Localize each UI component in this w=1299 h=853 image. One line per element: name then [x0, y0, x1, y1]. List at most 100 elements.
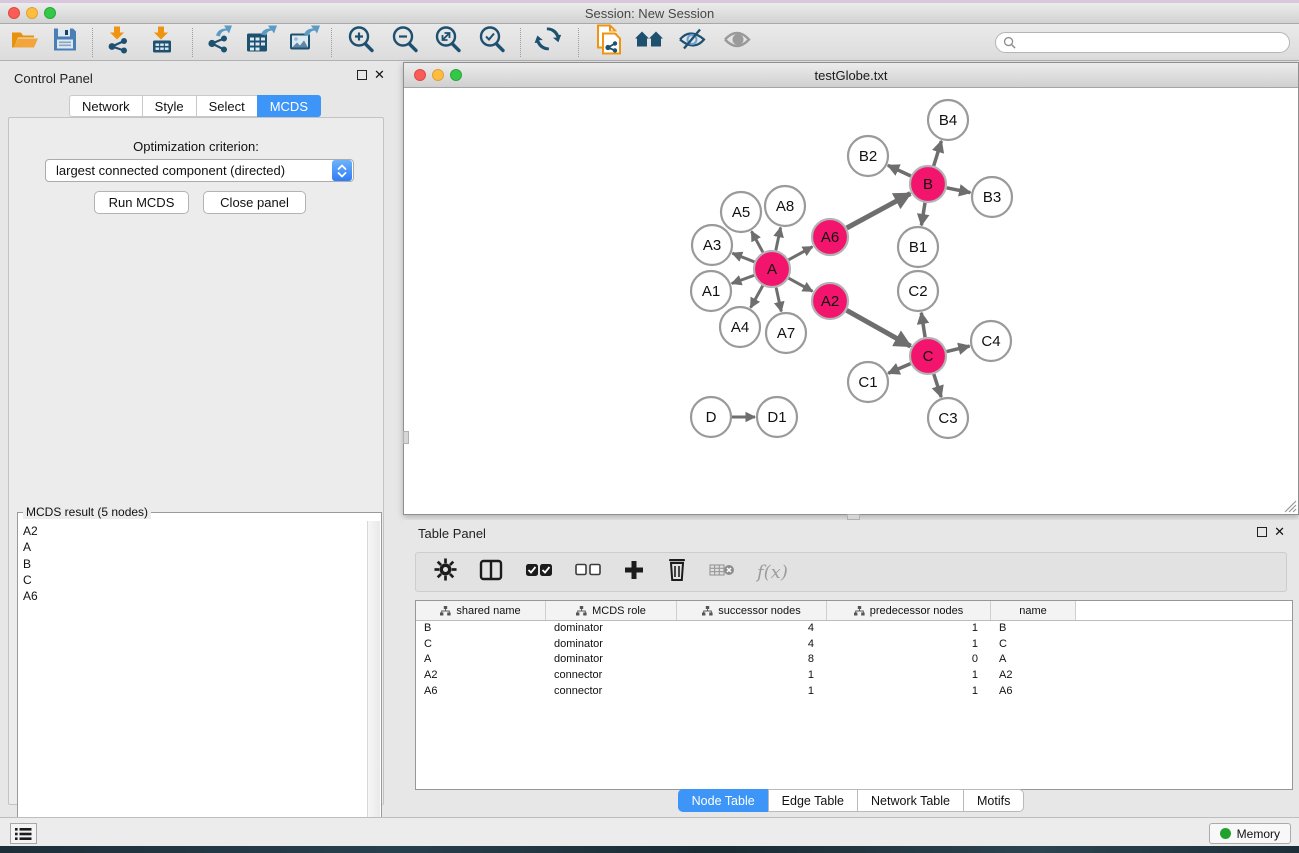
graph-node-D[interactable]: D — [691, 397, 731, 437]
memory-button[interactable]: Memory — [1209, 823, 1291, 844]
graph-edge-C-C2[interactable] — [921, 313, 925, 338]
graph-edge-B-B4[interactable] — [934, 141, 942, 166]
graph-edge-A2-C[interactable] — [847, 310, 911, 346]
splitter-handle-left[interactable] — [403, 431, 409, 444]
show-graphics-details-icon[interactable] — [723, 29, 751, 56]
result-item[interactable]: A — [23, 539, 363, 555]
mcds-result-list[interactable]: A2ABCA6 — [19, 521, 367, 853]
delete-table-icon[interactable] — [709, 562, 735, 583]
task-history-button[interactable] — [10, 823, 37, 844]
graph-node-A4[interactable]: A4 — [720, 307, 760, 347]
graph-node-D1[interactable]: D1 — [757, 397, 797, 437]
graph-edge-A-A5[interactable] — [752, 231, 763, 252]
home-view-icon[interactable] — [634, 28, 664, 57]
table-row[interactable]: A2connector11A2 — [416, 668, 1292, 684]
network-graph[interactable]: A5A8 A3 A6 A A1A4A7A2 B2 B4 B B3 B1C2 C C4 C1 C3 D D1 — [404, 88, 1298, 514]
result-item[interactable]: C — [23, 572, 363, 588]
tab-motifs[interactable]: Motifs — [963, 789, 1024, 812]
zoom-fit-icon[interactable] — [433, 25, 463, 60]
import-network-icon[interactable] — [104, 26, 132, 59]
network-from-document-icon[interactable] — [594, 24, 624, 61]
window-resize-grip[interactable] — [1283, 499, 1297, 513]
table-row[interactable]: Adominator80A — [416, 652, 1292, 668]
result-list-scrollbar[interactable] — [367, 521, 380, 853]
graph-edge-A-A4[interactable] — [751, 286, 763, 308]
open-session-icon[interactable] — [10, 28, 40, 57]
unselect-all-attributes-icon[interactable] — [575, 563, 601, 581]
search-input[interactable] — [1020, 36, 1289, 50]
network-window-titlebar[interactable]: testGlobe.txt — [404, 63, 1298, 88]
close-table-panel-icon[interactable]: ✕ — [1274, 527, 1285, 537]
hide-graphics-details-icon[interactable] — [678, 28, 706, 57]
graph-node-A8[interactable]: A8 — [765, 186, 805, 226]
graph-node-A1[interactable]: A1 — [691, 271, 731, 311]
column-header-shared-name[interactable]: shared name — [416, 601, 546, 620]
result-item[interactable]: A6 — [23, 588, 363, 604]
graph-node-C4[interactable]: C4 — [971, 321, 1011, 361]
tab-style[interactable]: Style — [142, 95, 196, 117]
tab-network-table[interactable]: Network Table — [857, 789, 963, 812]
column-header-MCDS-role[interactable]: MCDS role — [546, 601, 677, 620]
graph-node-A[interactable]: A — [754, 251, 790, 287]
graph-node-A5[interactable]: A5 — [721, 192, 761, 232]
graph-node-B3[interactable]: B3 — [972, 177, 1012, 217]
graph-node-B4[interactable]: B4 — [928, 100, 968, 140]
graph-node-C3[interactable]: C3 — [928, 398, 968, 438]
result-item[interactable]: A2 — [23, 523, 363, 539]
float-panel-icon[interactable] — [357, 70, 367, 80]
zoom-selected-icon[interactable] — [477, 25, 507, 60]
tab-node-table[interactable]: Node Table — [678, 789, 768, 812]
graph-node-C1[interactable]: C1 — [848, 362, 888, 402]
graph-node-B[interactable]: B — [910, 166, 946, 202]
graph-node-C[interactable]: C — [910, 338, 946, 374]
criterion-dropdown[interactable]: largest connected component (directed) — [45, 159, 354, 182]
tab-edge-table[interactable]: Edge Table — [768, 789, 857, 812]
zoom-in-icon[interactable] — [346, 25, 376, 60]
add-column-icon[interactable] — [623, 559, 645, 586]
close-panel-icon[interactable]: ✕ — [374, 70, 385, 80]
table-row[interactable]: Bdominator41B — [416, 621, 1292, 637]
save-session-icon[interactable] — [52, 27, 78, 58]
graph-edge-A-A3[interactable] — [732, 253, 754, 262]
graph-edge-A-A1[interactable] — [732, 275, 754, 283]
column-header-name[interactable]: name — [991, 601, 1076, 620]
function-builder-icon[interactable]: f(x) — [757, 562, 788, 583]
graph-edge-C-C1[interactable] — [888, 364, 910, 374]
graph-node-B1[interactable]: B1 — [898, 227, 938, 267]
delete-column-icon[interactable] — [667, 558, 687, 586]
table-row[interactable]: Cdominator41C — [416, 637, 1292, 653]
refresh-network-icon[interactable] — [534, 26, 562, 59]
show-column-icon[interactable] — [479, 559, 503, 586]
select-all-attributes-icon[interactable] — [525, 563, 553, 582]
graph-edge-A-A6[interactable] — [789, 247, 813, 260]
close-panel-button[interactable]: Close panel — [203, 191, 306, 214]
graph-edge-B-B1[interactable] — [921, 203, 925, 226]
import-table-icon[interactable] — [148, 26, 176, 59]
graph-node-A7[interactable]: A7 — [766, 313, 806, 353]
run-mcds-button[interactable]: Run MCDS — [94, 191, 189, 214]
settings-gear-icon[interactable] — [434, 558, 457, 586]
zoom-out-icon[interactable] — [390, 25, 420, 60]
graph-edge-B-B3[interactable] — [947, 188, 971, 193]
column-header-successor-nodes[interactable]: successor nodes — [677, 601, 827, 620]
graph-edge-C-C4[interactable] — [947, 346, 970, 352]
graph-node-A3[interactable]: A3 — [692, 225, 732, 265]
result-item[interactable]: B — [23, 556, 363, 572]
tab-mcds[interactable]: MCDS — [257, 95, 321, 117]
graph-edge-C-C3[interactable] — [934, 374, 941, 397]
graph-node-B2[interactable]: B2 — [848, 136, 888, 176]
graph-edge-B-B2[interactable] — [888, 165, 911, 176]
tab-network[interactable]: Network — [69, 95, 142, 117]
graph-edge-A-A7[interactable] — [776, 288, 781, 312]
graph-node-C2[interactable]: C2 — [898, 271, 938, 311]
graph-edge-A-A8[interactable] — [776, 228, 781, 251]
search-field[interactable] — [995, 32, 1290, 53]
graph-edge-A6-B[interactable] — [847, 194, 911, 229]
export-image-icon[interactable] — [288, 26, 320, 59]
graph-edge-A-A2[interactable] — [789, 278, 813, 291]
export-table-icon[interactable] — [245, 26, 277, 59]
export-network-icon[interactable] — [204, 26, 234, 59]
column-header-predecessor-nodes[interactable]: predecessor nodes — [827, 601, 991, 620]
graph-node-A2[interactable]: A2 — [812, 283, 848, 319]
graph-node-A6[interactable]: A6 — [812, 219, 848, 255]
